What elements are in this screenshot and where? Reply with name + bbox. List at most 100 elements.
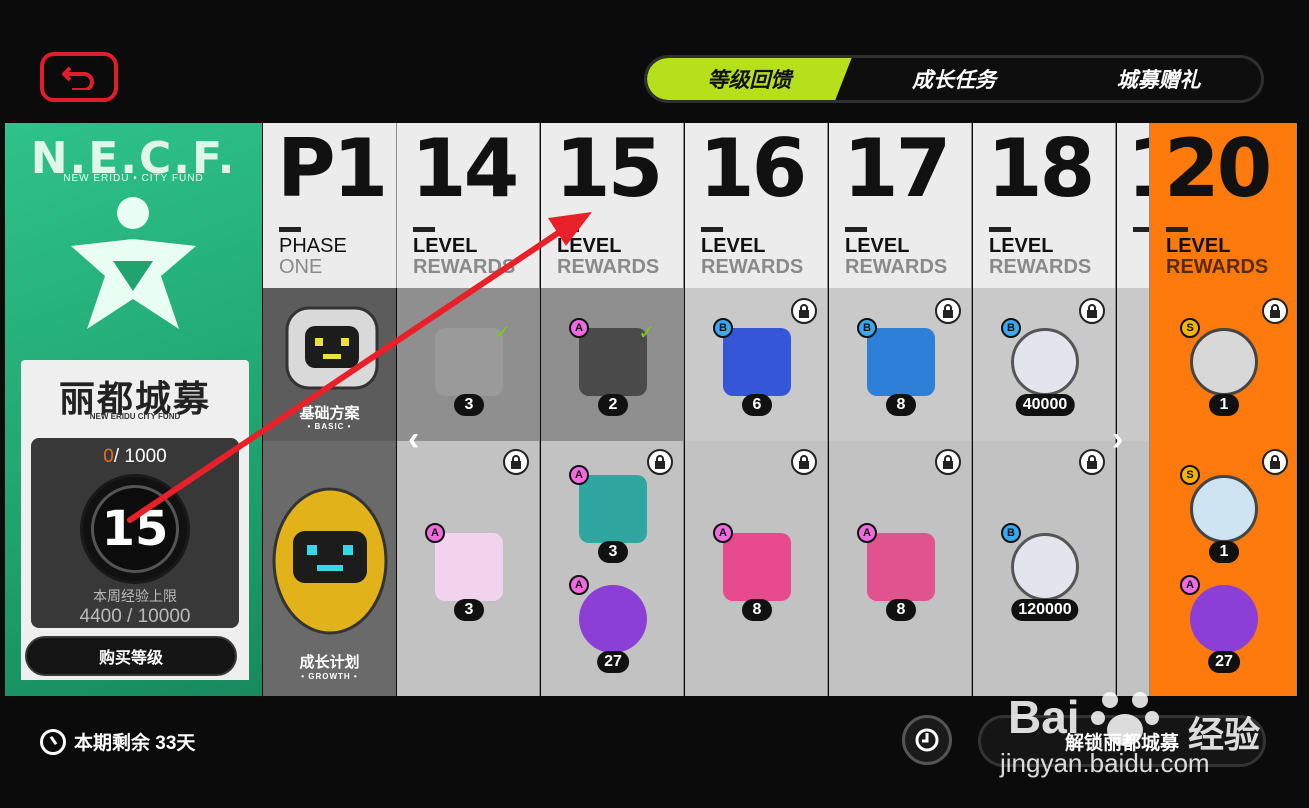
reward-item[interactable]: S 1 xyxy=(1180,318,1264,416)
column-label-1: LEVEL xyxy=(413,235,478,257)
watermark-logo: Bai xyxy=(1008,691,1080,743)
current-level: 15 xyxy=(91,485,179,573)
column-level-18[interactable]: 18 LEVEL REWARDS B 40000 B 120000 xyxy=(973,123,1116,696)
exp-progress: 0/ 1000 xyxy=(31,446,239,468)
watermark-url: jingyan.baidu.com xyxy=(1000,748,1210,778)
back-button[interactable] xyxy=(40,52,118,102)
scroll-right-icon[interactable]: › xyxy=(1112,420,1123,459)
column-number: 15 xyxy=(555,123,663,215)
tab-level-rewards[interactable]: 等级回馈 xyxy=(647,58,852,100)
column-header: 1 xyxy=(1117,123,1149,288)
column-label-2: REWARDS xyxy=(701,256,804,278)
column-number: 20 xyxy=(1164,123,1272,215)
column-divider xyxy=(1133,227,1149,232)
period-remaining-text: 本期剩余 33天 xyxy=(74,733,196,754)
column-level-20[interactable]: 20 LEVEL REWARDS S 1 S 1 A 27 xyxy=(1150,123,1297,696)
column-divider xyxy=(845,227,867,232)
lock-icon xyxy=(503,449,529,475)
fund-card: 丽都城募 NEW ERIDU CITY FUND 0/ 1000 15 本周经验… xyxy=(21,360,249,680)
info-button[interactable] xyxy=(902,715,952,765)
lock-icon xyxy=(1262,449,1288,475)
column-divider xyxy=(557,227,579,232)
column-label-1: LEVEL xyxy=(1166,235,1231,257)
reward-chip-icon xyxy=(435,328,503,396)
column-number-partial: 1 xyxy=(1127,129,1149,209)
scroll-left-icon[interactable]: ‹ xyxy=(408,420,419,459)
column-label-1: LEVEL xyxy=(701,235,766,257)
growth-bangboo-icon xyxy=(272,487,388,635)
reward-item[interactable]: A 27 xyxy=(1180,575,1264,673)
column-level-15[interactable]: 15 LEVEL REWARDS A ✓ 2 A 3 A 27 xyxy=(541,123,684,696)
reward-item[interactable]: B 40000 xyxy=(1001,318,1085,416)
column-header: 20 LEVEL REWARDS xyxy=(1150,123,1296,288)
reward-tape-icon xyxy=(723,533,791,601)
reward-gear-icon xyxy=(579,585,647,653)
buy-level-button[interactable]: 购买等级 xyxy=(25,636,237,676)
reward-coin-icon xyxy=(1011,533,1079,601)
fund-panel: N.E.C.F. NEW ERIDU • CITY FUND 丽都城募 NEW … xyxy=(5,123,262,696)
reward-item[interactable]: A 8 xyxy=(713,523,797,621)
column-level-14[interactable]: 14 LEVEL REWARDS ✓ 3 A 3 xyxy=(397,123,540,696)
reward-coin-icon xyxy=(1011,328,1079,396)
column-level-17[interactable]: 17 LEVEL REWARDS B 8 A 8 xyxy=(829,123,972,696)
column-phase: P1 PHASE ONE xyxy=(263,123,397,288)
plan-growth: 成长计划 • GROWTH • xyxy=(263,441,396,696)
reward-item[interactable]: B 120000 xyxy=(1001,523,1085,621)
paw-icon xyxy=(1091,692,1159,746)
exp-current: 0 xyxy=(103,446,114,467)
tab-fund-gifts[interactable]: 城募赠礼 xyxy=(1056,58,1261,100)
reward-console-icon xyxy=(867,533,935,601)
reward-quantity: 120000 xyxy=(1011,599,1079,621)
reward-quantity: 27 xyxy=(597,651,629,673)
column-label-2: REWARDS xyxy=(989,256,1092,278)
column-label-1: LEVEL xyxy=(557,235,622,257)
column-level-16[interactable]: 16 LEVEL REWARDS B 6 A 8 xyxy=(685,123,828,696)
reward-chip-icon xyxy=(579,328,647,396)
basic-reward-row: B 40000 xyxy=(973,288,1115,441)
column-divider xyxy=(413,227,435,232)
column-number: 16 xyxy=(699,123,807,215)
reward-item[interactable]: A 3 xyxy=(569,465,653,563)
reward-quantity: 2 xyxy=(598,394,628,416)
reward-quantity: 27 xyxy=(1208,651,1240,673)
growth-reward-row: B 120000 xyxy=(973,441,1115,696)
weekly-exp-value: 4400 / 10000 xyxy=(79,606,191,627)
weekly-exp-label: 本周经验上限 xyxy=(93,588,177,604)
fund-card-subtitle: NEW ERIDU CITY FUND xyxy=(89,412,181,421)
reward-quantity: 8 xyxy=(886,599,916,621)
reward-item[interactable]: A ✓ 2 xyxy=(569,318,655,416)
reward-item[interactable]: ✓ 3 xyxy=(429,322,511,416)
rank-badge: S xyxy=(1180,318,1200,338)
reward-battery-icon xyxy=(579,475,647,543)
column-label-2: REWARDS xyxy=(1166,256,1269,278)
plan-basic-label: 基础方案 xyxy=(299,405,360,422)
tab-bar: 等级回馈 成长任务 城募赠礼 xyxy=(644,55,1264,103)
reward-drive-icon xyxy=(435,533,503,601)
growth-reward-row: S 1 A 27 xyxy=(1150,441,1296,696)
reward-quantity: 8 xyxy=(742,599,772,621)
column-header: 17 LEVEL REWARDS xyxy=(829,123,971,288)
rank-badge: B xyxy=(1001,523,1021,543)
column-label-2: REWARDS xyxy=(413,256,516,278)
reward-item[interactable]: A 3 xyxy=(425,523,509,621)
lock-icon xyxy=(935,449,961,475)
column-level-19-partial[interactable]: 1 xyxy=(1117,123,1150,696)
back-arrow-icon xyxy=(62,66,94,90)
lock-icon xyxy=(1079,298,1105,324)
reward-item[interactable]: A 8 xyxy=(857,523,941,621)
reward-item[interactable]: B 8 xyxy=(857,318,941,416)
reward-item[interactable]: S 1 xyxy=(1180,465,1264,563)
reward-quantity: 3 xyxy=(454,394,484,416)
rank-badge: A xyxy=(569,318,589,338)
tab-growth-tasks[interactable]: 成长任务 xyxy=(852,58,1057,100)
reward-quantity: 3 xyxy=(454,599,484,621)
reward-item[interactable]: A 27 xyxy=(569,575,653,673)
basic-reward-row: S 1 xyxy=(1150,288,1296,441)
plan-basic: 基础方案 • BASIC • xyxy=(263,288,396,441)
reward-item[interactable]: B 6 xyxy=(713,318,797,416)
reward-film-reel-icon xyxy=(1190,328,1258,396)
rank-badge: A xyxy=(425,523,445,543)
growth-reward-row xyxy=(1117,441,1149,696)
column-number: 18 xyxy=(987,123,1095,215)
rank-badge: B xyxy=(713,318,733,338)
